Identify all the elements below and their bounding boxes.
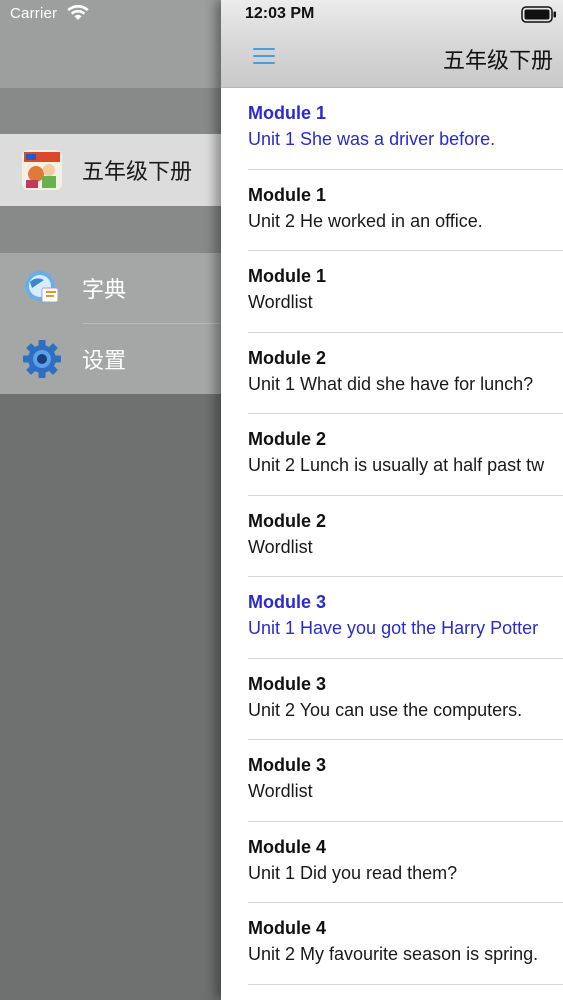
list-item[interactable]: Module 2 Unit 2 Lunch is usually at half … [221,414,563,496]
module-label: Module 1 [248,184,327,205]
module-label: Module 3 [248,673,327,694]
unit-title: Wordlist [248,292,313,312]
module-label: Module 2 [248,429,327,449]
navigation-bar: 12:03 PM 五年级下册 [221,0,563,88]
list-item[interactable]: Module 4 Unit 1 Did you read them? [221,822,563,904]
unit-title: Unit 1 She was a driver before. [248,129,496,149]
list-item[interactable]: Module 3 Unit 2 You can use the computers… [221,659,563,741]
module-label: Module 3 [248,755,327,775]
dictionary-icon [25,271,59,303]
page-title: 五年级下册 [443,48,554,73]
sidebar-item-settings[interactable]: 设置 [0,324,221,394]
sidebar-item-book[interactable]: 五年级下册 [0,134,221,206]
unit-title: Unit 2 You can use the computers. [248,699,523,720]
list-item[interactable]: Module 1 Unit 2 He worked in an office. [221,170,563,252]
module-label: Module 4 [248,836,327,857]
battery-icon [521,6,556,23]
list-item[interactable]: Module 3 Unit 1 Have you got the Harry Po… [221,577,563,659]
unit-title: Wordlist [248,536,313,557]
module-label: Module 1 [248,266,327,286]
unit-title: Unit 2 He worked in an office. [248,210,483,231]
sidebar-item-dictionary[interactable]: 字典 [0,253,221,324]
module-label: Module 4 [248,918,327,938]
list-item[interactable]: Module 4 Unit 2 My favourite season is sp… [221,903,563,985]
unit-title: Unit 2 Lunch is usually at half past tw [248,455,545,475]
unit-title: Unit 1 Did you read them? [248,862,458,883]
sidebar-spacer [0,206,221,253]
list-item[interactable]: Module 2 Wordlist [221,496,563,578]
sidebar-menu-group: 字典 设置 [0,253,221,394]
sidebar-item-label: 字典 [82,277,127,302]
list-item[interactable]: Module 1 Wordlist [221,251,563,333]
list-item[interactable]: Module 3 Wordlist [221,740,563,822]
lesson-list: Module 1 Unit 1 She was a driver before. M… [221,88,563,985]
carrier-label: Carrier [10,5,58,22]
status-time: 12:03 PM [245,5,315,22]
book-cover-icon [22,150,62,190]
sidebar-spacer [0,88,221,134]
module-label: Module 2 [248,510,327,531]
gear-icon [23,340,61,378]
unit-title: Unit 2 My favourite season is spring. [248,944,539,964]
sidebar-item-label: 五年级下册 [82,159,193,184]
module-label: Module 2 [248,347,327,368]
sidebar-item-label: 设置 [82,348,127,373]
unit-title: Unit 1 Have you got the Harry Potter [248,618,539,638]
unit-title: Unit 1 What did she have for lunch? [248,373,534,394]
module-label: Module 1 [248,103,327,123]
sidebar-status-area: Carrier [0,0,221,88]
list-item[interactable]: Module 1 Unit 1 She was a driver before. [221,88,563,170]
module-label: Module 3 [248,592,327,612]
main-panel: 12:03 PM 五年级下册 Module 1 Unit 1 She was a … [221,0,563,1000]
side-menu-panel: Carrier 五年级下册 字典 设置 [0,0,221,1000]
hamburger-menu-icon[interactable] [251,44,279,68]
unit-title: Wordlist [248,781,313,801]
wifi-icon [67,5,89,20]
list-item[interactable]: Module 2 Unit 1 What did she have for lun… [221,333,563,415]
